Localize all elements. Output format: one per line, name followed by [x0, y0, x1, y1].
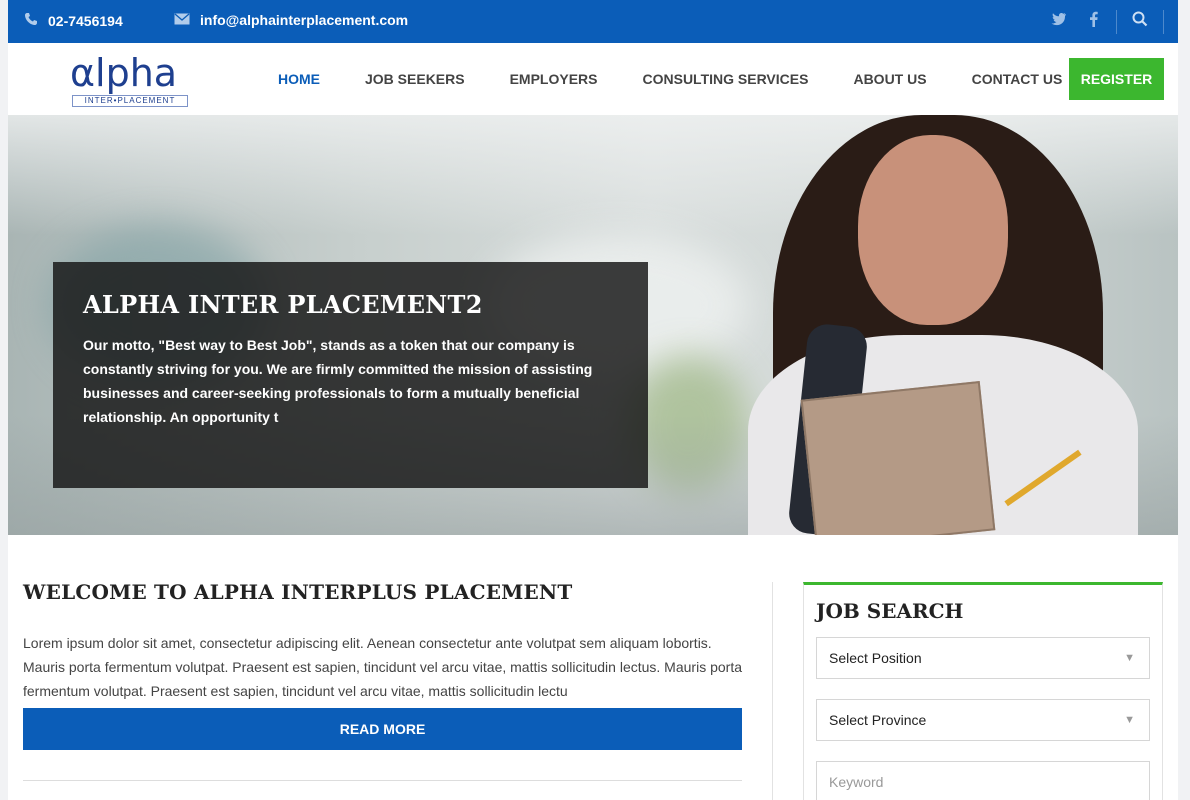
hero-title: ALPHA INTER PLACEMENT2	[83, 290, 483, 319]
chevron-down-icon: ▼	[1124, 652, 1135, 664]
site-header: αlpha INTER•PLACEMENT HOME JOB SEEKERS E…	[8, 43, 1178, 115]
logo-subtitle: INTER•PLACEMENT	[72, 95, 188, 107]
divider	[1163, 10, 1164, 34]
main-nav: HOME JOB SEEKERS EMPLOYERS CONSULTING SE…	[278, 43, 1107, 115]
chevron-down-icon: ▼	[1124, 714, 1135, 726]
province-select-value: Select Province	[829, 712, 927, 728]
nav-consulting-services[interactable]: CONSULTING SERVICES	[643, 71, 809, 87]
nav-about-us[interactable]: ABOUT US	[853, 71, 926, 87]
read-more-button[interactable]: READ MORE	[23, 708, 742, 750]
page: 02-7456194 info@alphainterplacement.com …	[8, 0, 1178, 800]
social-links	[1036, 10, 1164, 34]
position-select[interactable]: Select Position ▼	[816, 637, 1150, 679]
mail-icon	[174, 12, 190, 28]
divider	[23, 780, 742, 781]
hero-caption: ALPHA INTER PLACEMENT2 Our motto, "Best …	[53, 262, 648, 488]
welcome-section: WELCOME TO ALPHA INTERPLUS PLACEMENT Lor…	[23, 580, 743, 703]
site-logo[interactable]: αlpha INTER•PLACEMENT	[70, 53, 190, 109]
hero-notebook	[800, 381, 996, 535]
job-search-title: JOB SEARCH	[816, 599, 964, 623]
phone-icon	[24, 12, 38, 29]
email-address: info@alphainterplacement.com	[200, 12, 409, 28]
nav-contact-us[interactable]: CONTACT US	[972, 71, 1063, 87]
top-bar: 02-7456194 info@alphainterplacement.com	[8, 0, 1178, 43]
keyword-input[interactable]: Keyword	[816, 761, 1150, 800]
hero-person-face	[858, 135, 1008, 325]
hero-text: Our motto, "Best way to Best Job", stand…	[83, 337, 593, 425]
facebook-icon[interactable]	[1082, 11, 1104, 33]
phone-contact[interactable]: 02-7456194	[24, 12, 123, 29]
logo-wordmark: αlpha	[70, 51, 178, 95]
column-divider	[772, 582, 773, 800]
welcome-title: WELCOME TO ALPHA INTERPLUS PLACEMENT	[23, 580, 573, 604]
hero-banner: ALPHA INTER PLACEMENT2 Our motto, "Best …	[8, 115, 1178, 535]
job-search-panel: JOB SEARCH Select Position ▼ Select Prov…	[803, 582, 1163, 800]
position-select-value: Select Position	[829, 650, 922, 666]
keyword-placeholder: Keyword	[829, 774, 884, 790]
nav-home[interactable]: HOME	[278, 71, 320, 87]
nav-job-seekers[interactable]: JOB SEEKERS	[365, 71, 465, 87]
province-select[interactable]: Select Province ▼	[816, 699, 1150, 741]
email-contact[interactable]: info@alphainterplacement.com	[174, 12, 408, 28]
phone-number: 02-7456194	[48, 12, 123, 29]
search-icon[interactable]	[1129, 11, 1151, 33]
twitter-icon[interactable]	[1048, 11, 1070, 33]
welcome-text: Lorem ipsum dolor sit amet, consectetur …	[23, 635, 742, 699]
nav-employers[interactable]: EMPLOYERS	[510, 71, 598, 87]
divider	[1116, 10, 1117, 34]
register-button[interactable]: REGISTER	[1069, 58, 1164, 100]
